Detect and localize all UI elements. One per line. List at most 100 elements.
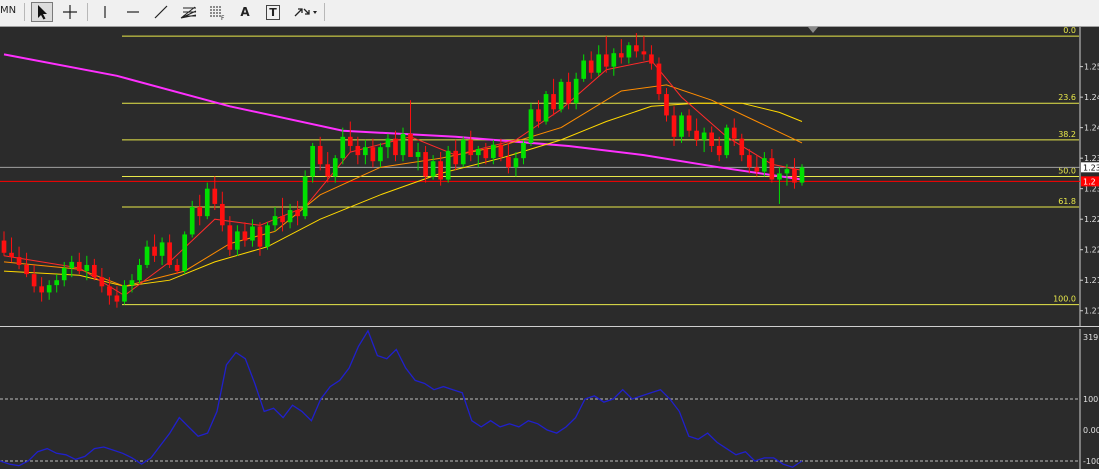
bull-candle (415, 152, 421, 157)
bear-candle (152, 246, 157, 256)
bear-candle (408, 133, 413, 157)
price-tick-label: 1.22 (1084, 246, 1099, 255)
bull-candle (430, 161, 436, 177)
ask-price-tag-label: 1.23 (1083, 163, 1099, 172)
indicator-tick-label: -100 (1083, 457, 1099, 466)
toolbar-separator (324, 3, 325, 21)
vertical-line-button[interactable] (94, 2, 116, 22)
bear-candle (746, 155, 752, 168)
bear-candle (603, 54, 609, 67)
bull-candle (491, 144, 496, 159)
arrows-dropdown-button[interactable] (290, 2, 322, 22)
fibonacci-fan-icon (180, 6, 197, 19)
bear-candle (197, 206, 203, 217)
bull-candle (581, 60, 587, 79)
cci-indicator-chart[interactable]: 319. 100 0.00 -100 (0, 329, 1099, 469)
bull-candle (724, 127, 730, 156)
text-box-button[interactable]: T (262, 2, 284, 22)
bull-candle (363, 147, 368, 156)
bear-candle (76, 261, 82, 272)
bull-candle (513, 158, 519, 168)
bear-candle (686, 115, 692, 131)
bull-candle (204, 188, 210, 217)
indicator-tick-label: 100 (1083, 395, 1098, 404)
bull-candle (61, 268, 67, 281)
bull-candle (799, 167, 805, 183)
bull-candle (129, 280, 135, 286)
toolbar-separator (24, 3, 25, 21)
bear-candle (483, 149, 489, 159)
arrows-dropdown-icon (294, 8, 317, 17)
bear-candle (107, 286, 112, 296)
bear-candle (174, 264, 180, 272)
indicator-background (0, 329, 1099, 469)
crosshair-button[interactable] (59, 2, 81, 22)
trendline-button[interactable] (150, 2, 172, 22)
bear-candle (671, 115, 677, 137)
bull-candle (265, 225, 270, 247)
bear-candle (468, 139, 474, 156)
bear-candle (438, 161, 443, 180)
bear-candle (31, 274, 37, 287)
price-tick-label: 1.24 (1084, 124, 1099, 133)
bull-candle (122, 285, 127, 302)
bull-candle (777, 173, 782, 180)
bull-candle (332, 158, 338, 177)
price-tick-label: 1.21 (1084, 276, 1099, 285)
bear-candle (551, 94, 556, 110)
bull-candle (250, 226, 255, 241)
timeframe-label[interactable]: MN (0, 5, 16, 16)
bear-candle (24, 264, 29, 275)
bear-candle (280, 216, 285, 223)
text-label-icon: A (240, 5, 250, 19)
indicator-tick-label: 319. (1083, 333, 1099, 342)
bull-candle (385, 138, 391, 148)
text-box-icon: T (266, 4, 280, 20)
bear-candle (39, 286, 44, 293)
bear-candle (716, 145, 722, 156)
bull-candle (611, 53, 617, 67)
bear-candle (257, 226, 263, 247)
bear-candle (212, 188, 218, 204)
bull-candle (287, 210, 293, 223)
bear-candle (566, 81, 571, 104)
bear-candle (114, 295, 120, 302)
bull-candle (378, 147, 383, 162)
bear-candle (618, 53, 624, 58)
bear-candle (754, 167, 760, 172)
bull-candle (46, 285, 52, 293)
bear-candle (506, 156, 511, 168)
price-tick-label: 1.24 (1084, 93, 1099, 102)
bear-candle (317, 145, 323, 165)
fibonacci-fan-button[interactable] (178, 2, 200, 22)
fibonacci-retracement-button[interactable]: F (206, 2, 228, 22)
bull-candle (54, 280, 60, 286)
price-tick-label: 1.25 (1084, 63, 1099, 72)
bear-candle (656, 63, 662, 95)
bear-candle (1, 240, 7, 253)
bear-candle (92, 264, 97, 278)
bear-candle (453, 150, 459, 165)
bear-candle (634, 45, 639, 52)
cursor-arrow-button[interactable] (31, 2, 53, 22)
bull-candle (543, 94, 549, 122)
horizontal-line-button[interactable] (122, 2, 144, 22)
bull-candle (400, 133, 406, 156)
bull-candle (235, 231, 240, 250)
bull-candle (302, 176, 308, 217)
fibonacci-level-label: 61.8 (1058, 197, 1076, 206)
horizontal-line-icon (127, 11, 139, 13)
bear-candle (739, 138, 745, 156)
fibonacci-level-label: 23.6 (1058, 93, 1076, 102)
fibonacci-level-label: 38.2 (1058, 130, 1076, 139)
bull-candle (596, 54, 602, 73)
crosshair-icon (63, 5, 77, 19)
text-label-button[interactable]: A (234, 2, 256, 22)
bull-candle (528, 109, 534, 143)
price-tick-label: 1.23 (1084, 154, 1099, 163)
price-chart[interactable]: 1.25 1.24 1.24 1.231.23 1.22 1.22 1.21 1.21 0.0 2… (0, 27, 1099, 327)
bear-candle (242, 231, 248, 241)
bull-candle (189, 206, 195, 235)
bull-candle (445, 150, 451, 180)
fibonacci-level-label: 0.0 (1063, 27, 1076, 35)
